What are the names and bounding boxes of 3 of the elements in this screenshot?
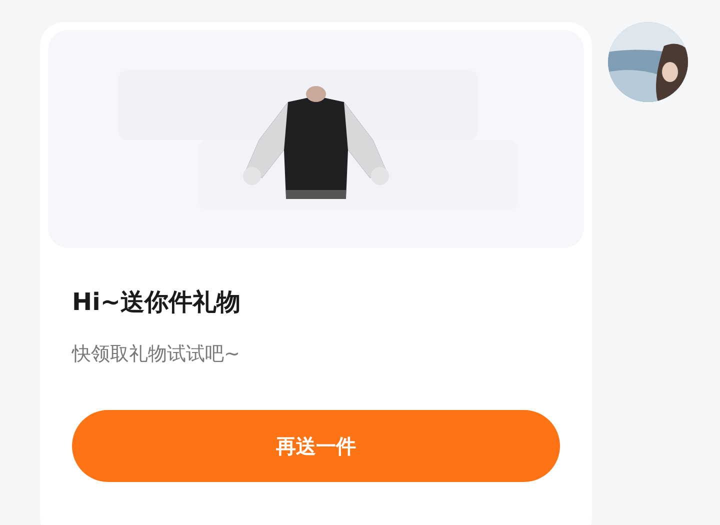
- card-subtitle: 快领取礼物试试吧~: [72, 342, 241, 367]
- card-title: Hi~送你件礼物: [72, 287, 242, 318]
- send-again-button[interactable]: 再送一件: [72, 410, 560, 482]
